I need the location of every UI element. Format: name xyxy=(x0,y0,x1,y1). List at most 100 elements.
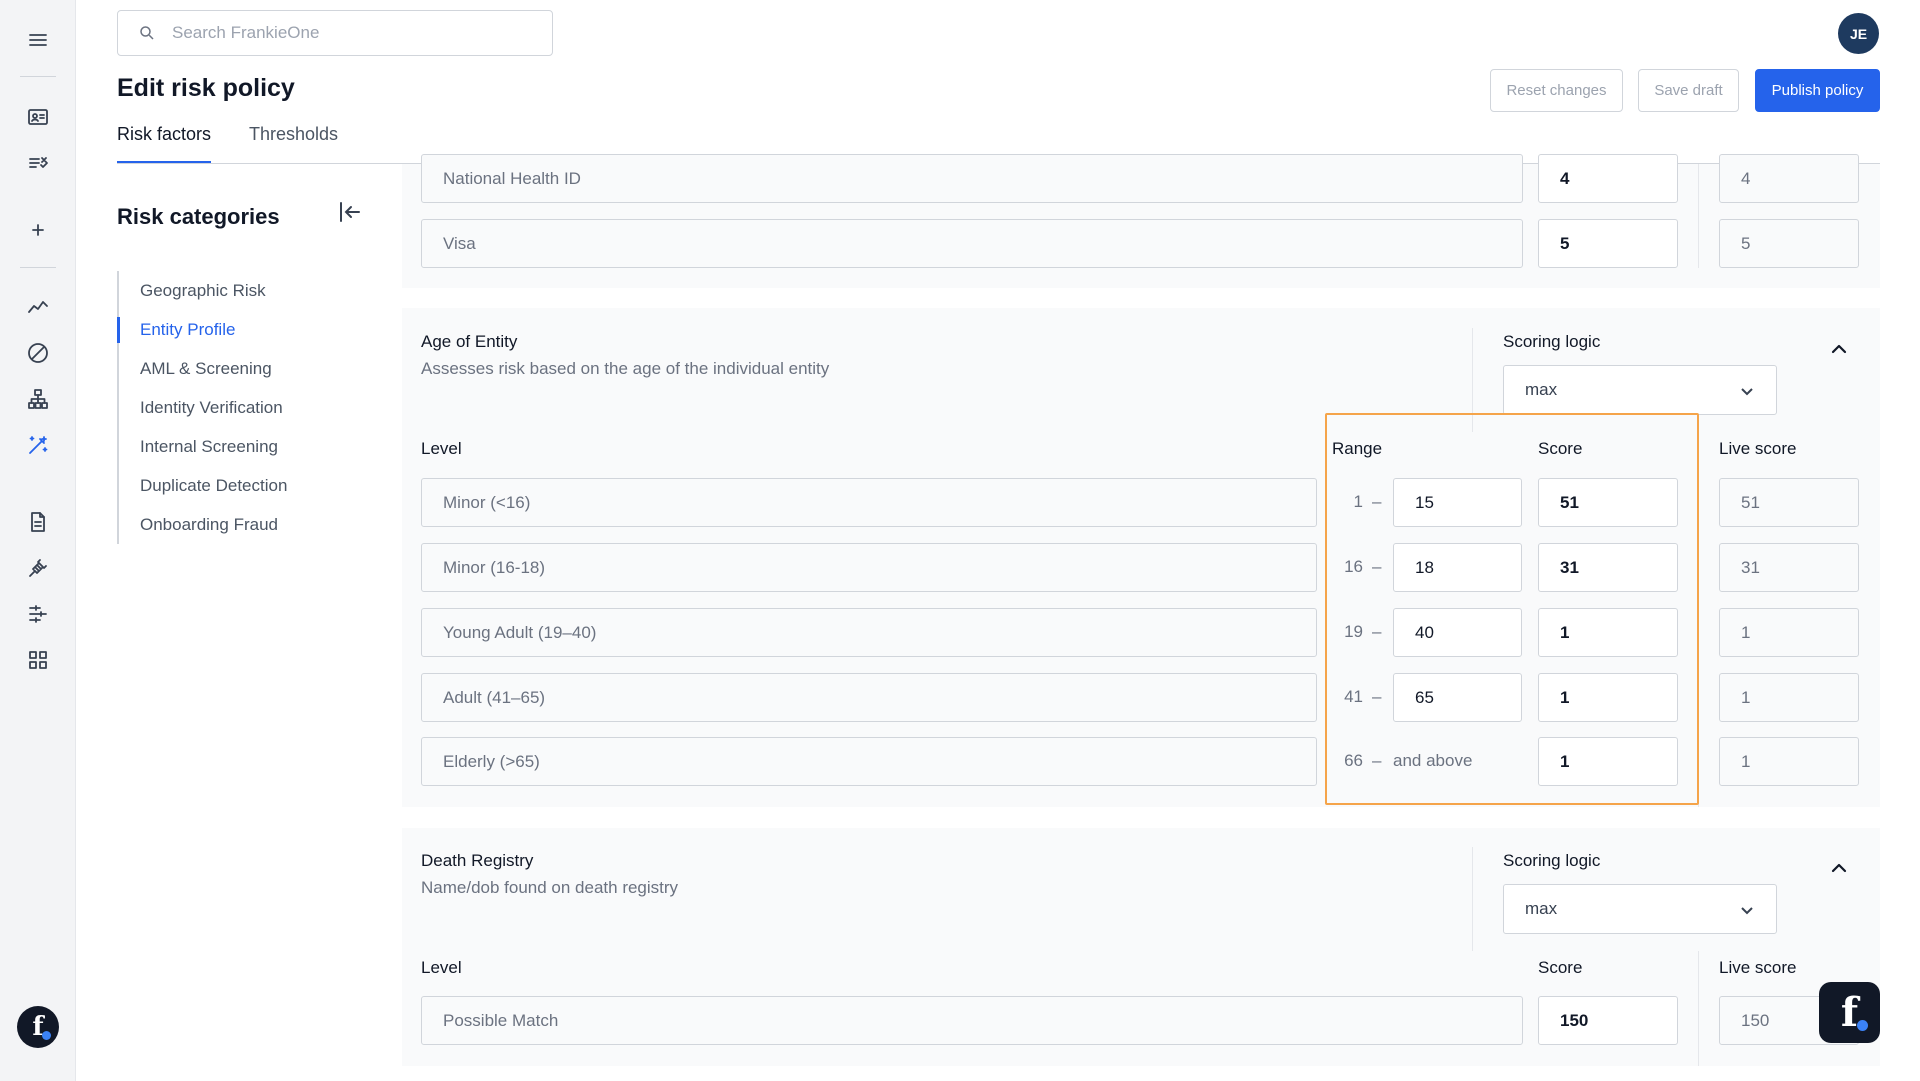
reset-changes-button[interactable]: Reset changes xyxy=(1490,69,1623,112)
plug-integration-icon[interactable] xyxy=(22,552,54,584)
chevron-down-icon xyxy=(1741,907,1753,915)
column-divider xyxy=(1698,432,1699,807)
live-score-field: 1 xyxy=(1719,608,1859,657)
scoring-logic-value: max xyxy=(1525,380,1558,399)
score-input[interactable]: 150 xyxy=(1538,996,1678,1045)
score-input[interactable]: 5 xyxy=(1538,219,1678,268)
live-score-field: 4 xyxy=(1719,154,1859,203)
frankieone-logo: f xyxy=(17,1006,59,1048)
live-score-field: 1 xyxy=(1719,673,1859,722)
rail-divider xyxy=(20,76,56,77)
scoring-logic-select[interactable]: max xyxy=(1503,884,1777,934)
level-field: Minor (16-18) xyxy=(421,543,1317,592)
age-of-entity-title: Age of Entity xyxy=(421,332,518,351)
tab-thresholds[interactable]: Thresholds xyxy=(249,124,338,161)
level-field: Young Adult (19–40) xyxy=(421,608,1317,657)
category-entity-profile[interactable]: Entity Profile xyxy=(116,310,287,349)
death-registry-description: Name/dob found on death registry xyxy=(421,878,679,897)
live-score-column-header: Live score xyxy=(1719,439,1797,458)
score-column-header: Score xyxy=(1538,958,1583,977)
rail-divider xyxy=(20,267,56,268)
score-column-header: Score xyxy=(1538,439,1583,458)
scoring-logic-select[interactable]: max xyxy=(1503,365,1777,415)
page-title: Edit risk policy xyxy=(117,74,295,102)
scoring-logic-label: Scoring logic xyxy=(1503,851,1601,870)
collapse-section-icon[interactable] xyxy=(1828,857,1850,879)
category-geographic-risk[interactable]: Geographic Risk xyxy=(119,271,287,310)
column-divider xyxy=(1698,164,1699,268)
category-duplicate-detection[interactable]: Duplicate Detection xyxy=(119,466,287,505)
search-bar[interactable] xyxy=(117,10,553,56)
user-avatar[interactable]: JE xyxy=(1838,13,1879,54)
score-input[interactable]: 1 xyxy=(1538,673,1678,722)
category-onboarding-fraud[interactable]: Onboarding Fraud xyxy=(119,505,287,544)
risk-policy-tools-icon[interactable] xyxy=(22,429,54,461)
level-field: Adult (41–65) xyxy=(421,673,1317,722)
level-field: Elderly (>65) xyxy=(421,737,1317,786)
range-dash: – xyxy=(1372,492,1382,511)
category-identity-verification[interactable]: Identity Verification xyxy=(119,388,287,427)
range-from: 41 xyxy=(1344,687,1363,706)
workflow-builder-icon[interactable] xyxy=(22,598,54,630)
live-score-field: 1 xyxy=(1719,737,1859,786)
tab-risk-factors[interactable]: Risk factors xyxy=(117,124,212,164)
apps-grid-icon[interactable] xyxy=(22,644,54,676)
range-column-header: Range xyxy=(1332,439,1383,458)
range-to-input[interactable]: 18 xyxy=(1393,543,1522,592)
age-of-entity-description: Assesses risk based on the age of the in… xyxy=(421,359,830,378)
blocklist-icon[interactable] xyxy=(22,337,54,369)
level-field: Visa xyxy=(421,219,1523,268)
level-field: Possible Match xyxy=(421,996,1523,1045)
category-aml-screening[interactable]: AML & Screening xyxy=(119,349,287,388)
level-field: Minor (<16) xyxy=(421,478,1317,527)
live-score-column-header: Live score xyxy=(1719,958,1797,977)
live-score-field: 51 xyxy=(1719,478,1859,527)
range-from: 16 xyxy=(1344,557,1363,576)
live-score-field: 5 xyxy=(1719,219,1859,268)
column-divider xyxy=(1472,328,1473,432)
chevron-down-icon xyxy=(1741,388,1753,396)
add-icon[interactable] xyxy=(22,214,54,246)
column-divider xyxy=(1472,847,1473,951)
publish-policy-button[interactable]: Publish policy xyxy=(1755,69,1880,112)
range-dash: – xyxy=(1372,557,1382,576)
column-divider xyxy=(1698,951,1699,1066)
analytics-trend-icon[interactable] xyxy=(22,291,54,323)
range-from: 19 xyxy=(1344,622,1363,641)
left-nav-rail: f xyxy=(0,0,76,1081)
score-input[interactable]: 1 xyxy=(1538,608,1678,657)
live-score-field: 31 xyxy=(1719,543,1859,592)
scoring-logic-value: max xyxy=(1525,899,1558,918)
score-input[interactable]: 1 xyxy=(1538,737,1678,786)
search-input[interactable] xyxy=(172,23,532,43)
level-column-header: Level xyxy=(421,439,462,458)
level-column-header: Level xyxy=(421,958,462,977)
range-to-input[interactable]: 15 xyxy=(1393,478,1522,527)
range-dash: – xyxy=(1372,687,1382,706)
risk-categories-title: Risk categories xyxy=(117,204,280,229)
range-open-ended-label: and above xyxy=(1393,751,1473,770)
death-registry-title: Death Registry xyxy=(421,851,534,870)
hierarchy-icon[interactable] xyxy=(22,383,54,415)
collapse-sidebar-icon[interactable] xyxy=(336,198,364,226)
range-from: 1 xyxy=(1353,492,1363,511)
range-to-input[interactable]: 65 xyxy=(1393,673,1522,722)
score-input[interactable]: 31 xyxy=(1538,543,1678,592)
range-to-input[interactable]: 40 xyxy=(1393,608,1522,657)
range-dash: – xyxy=(1372,751,1382,770)
score-input[interactable]: 51 xyxy=(1538,478,1678,527)
support-chat-button[interactable]: f xyxy=(1819,982,1880,1043)
search-icon xyxy=(140,26,154,40)
menu-icon[interactable] xyxy=(22,24,54,56)
checklist-icon[interactable] xyxy=(22,147,54,179)
score-input[interactable]: 4 xyxy=(1538,154,1678,203)
id-card-icon[interactable] xyxy=(22,101,54,133)
risk-category-list: Geographic Risk Entity Profile AML & Scr… xyxy=(116,271,287,544)
save-draft-button[interactable]: Save draft xyxy=(1638,69,1739,112)
scoring-logic-label: Scoring logic xyxy=(1503,332,1601,351)
collapse-section-icon[interactable] xyxy=(1828,338,1850,360)
document-icon[interactable] xyxy=(22,506,54,538)
range-from: 66 xyxy=(1344,751,1363,770)
level-field: National Health ID xyxy=(421,154,1523,203)
category-internal-screening[interactable]: Internal Screening xyxy=(119,427,287,466)
